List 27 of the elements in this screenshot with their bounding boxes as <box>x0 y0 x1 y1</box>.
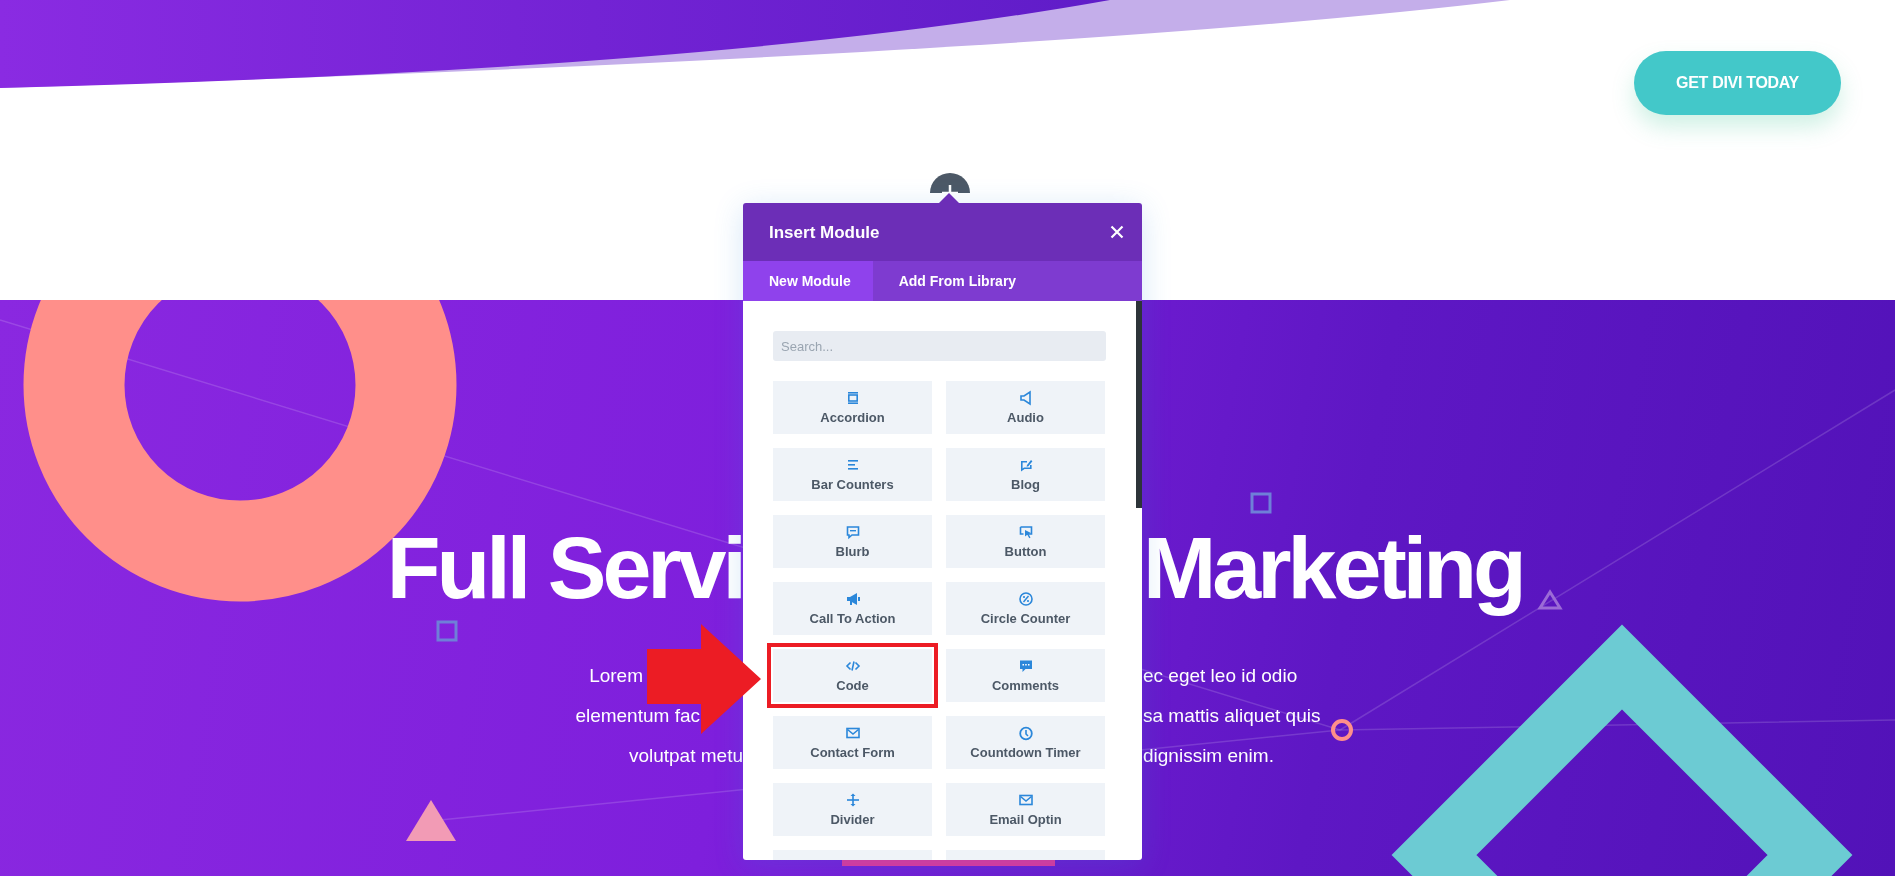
hero-text: volutpat metu <box>628 744 743 768</box>
hero-text: ec eget leo id odio <box>1143 664 1298 688</box>
search-field[interactable]: Search... <box>773 331 1106 361</box>
chat-icon <box>844 523 861 540</box>
hero-text: Lorem <box>589 664 643 688</box>
tab[interactable]: Add From Library <box>872 261 1039 301</box>
clock-icon <box>1017 724 1034 741</box>
scrollbar[interactable] <box>1136 301 1142 508</box>
divider-icon <box>844 791 861 808</box>
hero-title: Full Servi <box>386 518 743 618</box>
square-shape <box>436 620 458 642</box>
close-icon[interactable] <box>1110 225 1124 239</box>
megaphone-icon <box>844 590 861 607</box>
hero-text: sa mattis aliquet quis <box>1143 704 1321 728</box>
ring-shape <box>1331 719 1353 741</box>
module-tile[interactable]: Code <box>767 643 938 708</box>
hero-text: elementum fac <box>575 704 700 728</box>
modal-title: Insert Module <box>769 223 880 241</box>
cursor-icon <box>1017 523 1034 540</box>
percent-circle-icon <box>1017 590 1034 607</box>
triangle-shape <box>1537 589 1563 610</box>
hero-text: dignissim enim. <box>1143 744 1274 768</box>
square-shape <box>1250 492 1272 514</box>
speaker-icon <box>1017 389 1034 406</box>
triangle-shape <box>406 800 456 841</box>
hero-title: Marketing <box>1143 518 1523 618</box>
tab[interactable]: New Module <box>743 261 873 301</box>
